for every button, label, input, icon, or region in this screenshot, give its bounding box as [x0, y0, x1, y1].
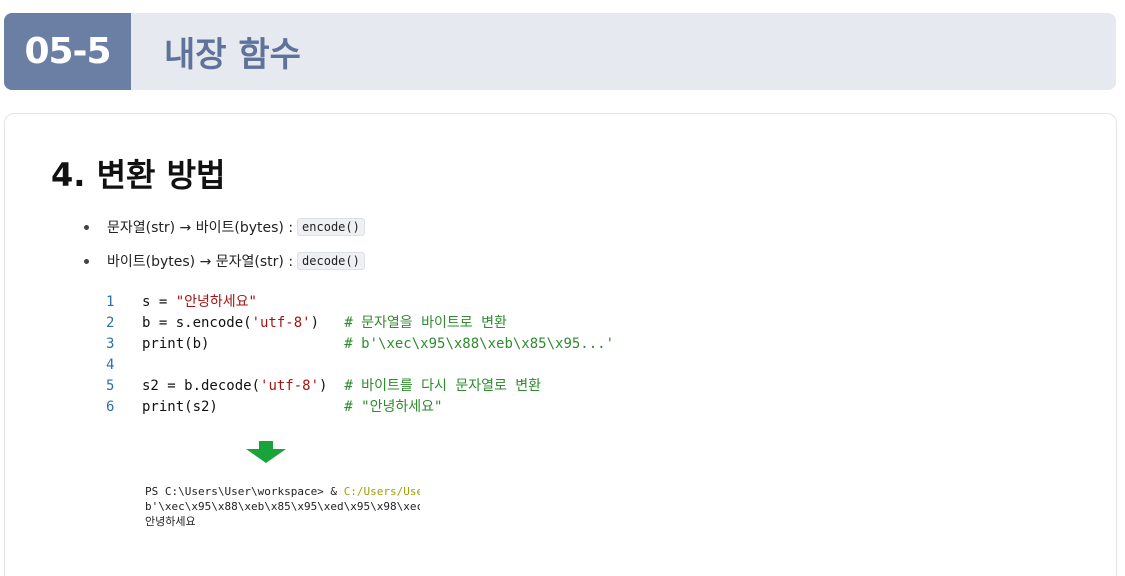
- terminal-line: 안녕하세요: [145, 515, 196, 528]
- code-block: 1s = "안녕하세요" 2b = s.encode('utf-8') # 문자…: [100, 292, 614, 418]
- code-string: 'utf-8': [260, 378, 320, 394]
- code-line: 2 b = s.encode('utf-8') # 문자열을 바이트로 변환: [100, 313, 614, 334]
- code-line: 3 print(b) # b'\xec\x95\x88\xeb\x85\x95..…: [100, 334, 614, 355]
- terminal-output: PS C:\Users\User\workspace> & C:/Users/U…: [145, 484, 420, 529]
- line-number: 3: [106, 336, 115, 352]
- terminal-path: C:/Users/User: [343, 485, 420, 498]
- code-text: print(b): [142, 336, 210, 352]
- code-text: b = s.encode(: [142, 315, 252, 331]
- terminal-line: b'\xec\x95\x88\xeb\x85\x95\xed\x95\x98\x…: [145, 500, 420, 513]
- bullet-list: 문자열(str) → 바이트(bytes) : encode() 바이트(byt…: [84, 210, 365, 278]
- section-number: 05-5: [4, 13, 131, 90]
- terminal-line: PS C:\Users\User\workspace> & C:/Users/U…: [145, 484, 420, 499]
- line-number: 1: [106, 294, 115, 310]
- code-comment: # b'\xec\x95\x88\xeb\x85\x95...': [344, 336, 615, 352]
- section-header: 05-5 내장 함수: [4, 13, 1116, 90]
- code-comment: # 문자열을 바이트로 변환: [344, 315, 507, 331]
- arrow-down-icon: [246, 441, 286, 463]
- line-number: 6: [106, 399, 115, 415]
- code-line: 5 s2 = b.decode('utf-8') # 바이트를 다시 문자열로 변…: [100, 376, 614, 397]
- list-item: 바이트(bytes) → 문자열(str) : decode(): [84, 244, 365, 278]
- code-text: print(s2): [142, 399, 218, 415]
- inline-code: decode(): [297, 252, 365, 270]
- terminal-prompt: PS C:\Users\User\workspace> &: [145, 485, 344, 498]
- code-line: 6 print(s2) # "안녕하세요": [100, 397, 614, 418]
- code-comment: # "안녕하세요": [344, 399, 443, 415]
- code-comment: # 바이트를 다시 문자열로 변환: [344, 378, 542, 394]
- line-number: 4: [106, 357, 115, 373]
- code-text: s =: [142, 294, 176, 310]
- list-item: 문자열(str) → 바이트(bytes) : encode(): [84, 210, 365, 244]
- code-line: 1 s = "안녕하세요": [100, 292, 614, 313]
- inline-code: encode(): [297, 218, 365, 236]
- bullet-text: 문자열(str) → 바이트(bytes) :: [107, 220, 294, 236]
- line-number: 2: [106, 315, 115, 331]
- code-string: 'utf-8': [251, 315, 311, 331]
- line-number: 5: [106, 378, 115, 394]
- code-text: ): [319, 378, 345, 394]
- section-title-header: 내장 함수: [164, 35, 301, 75]
- code-line: 4: [100, 355, 614, 376]
- code-string: "안녕하세요": [175, 294, 257, 310]
- page-title: 4. 변환 방법: [51, 156, 226, 194]
- code-text: s2 = b.decode(: [142, 378, 261, 394]
- bullet-text: 바이트(bytes) → 문자열(str) :: [107, 254, 294, 270]
- code-text: ): [310, 315, 345, 331]
